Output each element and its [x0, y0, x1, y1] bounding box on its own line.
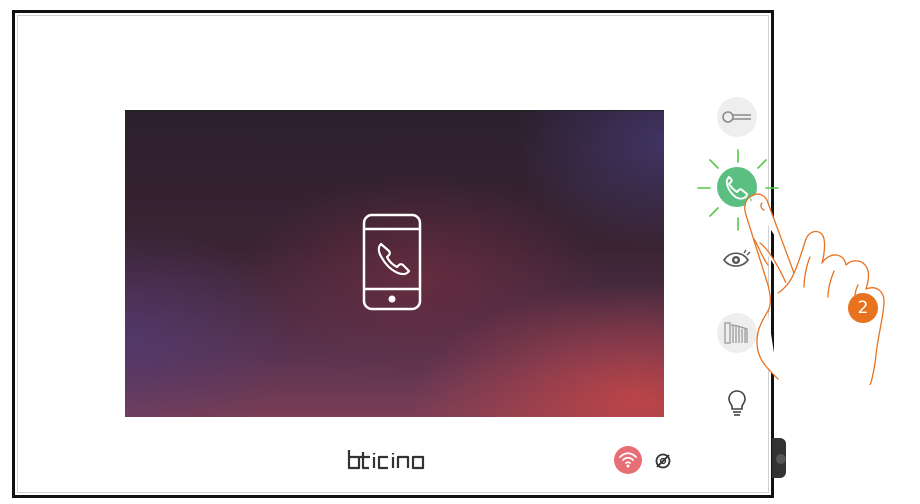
step-number-badge: 2	[848, 293, 878, 323]
bticino-logo	[347, 450, 425, 470]
key-icon	[722, 111, 751, 123]
muted-icon	[655, 453, 671, 469]
wifi-status-indicator	[614, 446, 642, 474]
wifi-icon	[619, 452, 637, 468]
door-lock-button[interactable]	[717, 97, 757, 137]
volume-knob-dot	[776, 454, 786, 464]
pointing-hand-icon	[744, 193, 885, 385]
display-screen	[125, 111, 664, 417]
light-button[interactable]	[717, 383, 757, 423]
light-bulb-icon	[728, 390, 746, 416]
smartphone-call-icon	[362, 213, 422, 311]
